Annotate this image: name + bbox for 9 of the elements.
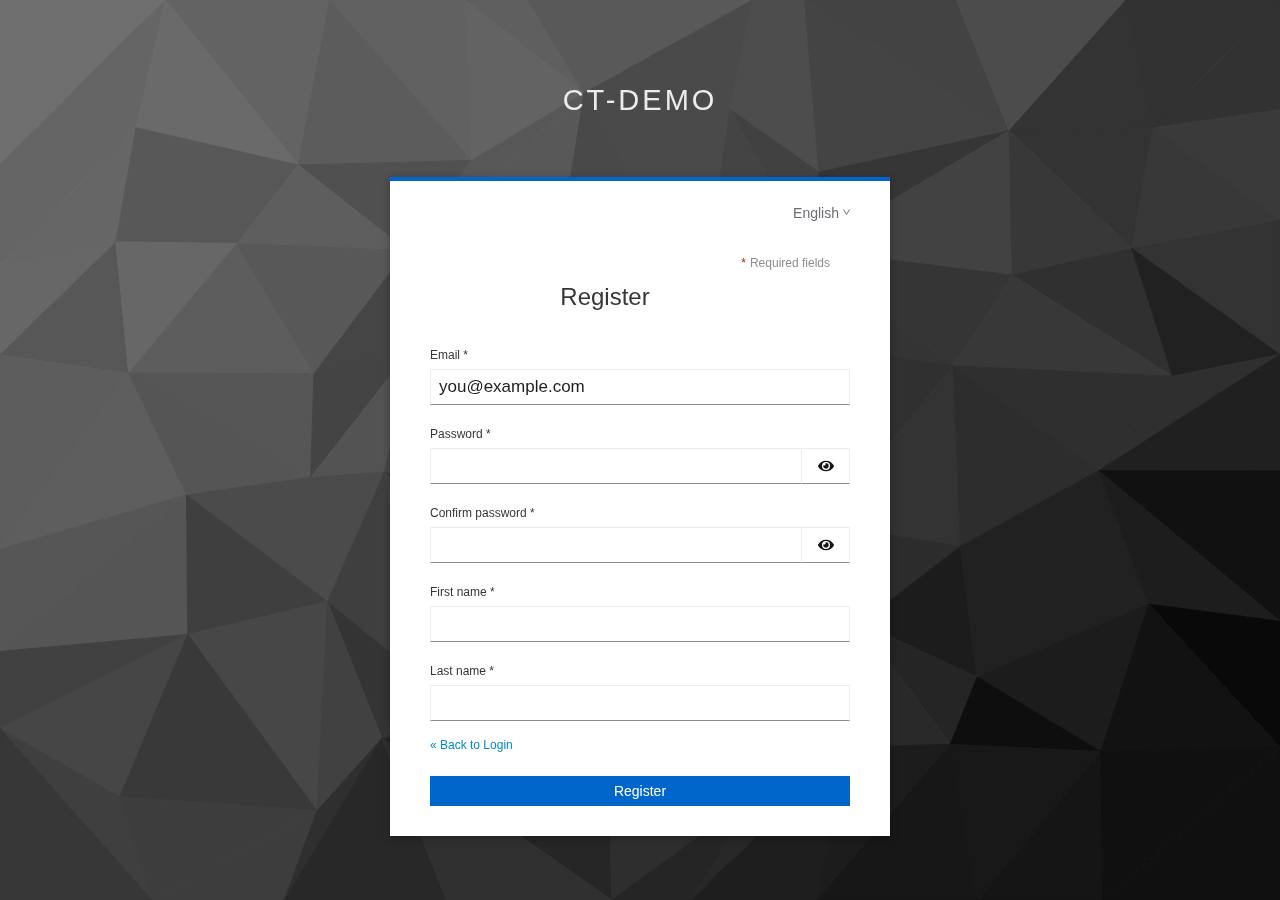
required-asterisk: *: [741, 255, 746, 271]
field-label: First name *: [430, 585, 495, 599]
app-title: CT-DEMO: [562, 84, 718, 116]
field-label: Confirm password *: [430, 506, 535, 520]
form-heading: Register: [560, 283, 650, 311]
field-label: Email *: [430, 348, 468, 362]
field-label: Last name *: [430, 664, 495, 678]
required-fields-note: Required fields: [749, 255, 830, 271]
field-label: Password *: [430, 427, 491, 441]
